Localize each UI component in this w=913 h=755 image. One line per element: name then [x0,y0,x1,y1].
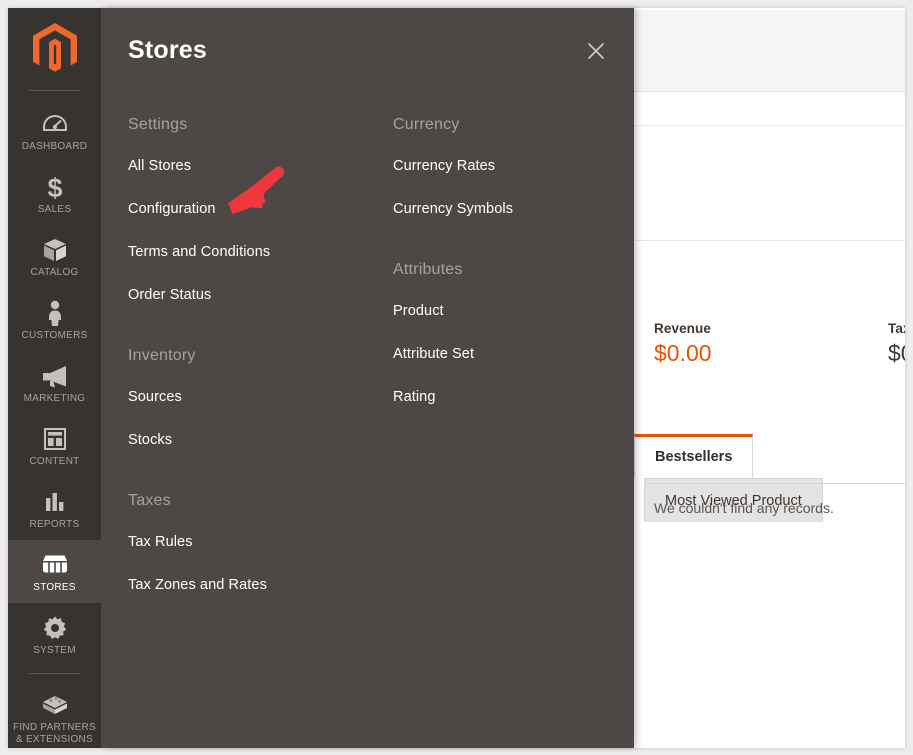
menu-column-right: Currency Currency Rates Currency Symbols… [393,116,623,421]
stat-revenue-label: Revenue [654,321,711,336]
dollar-sign-icon: $ [10,173,99,201]
menu-column-left: Settings All Stores Configuration Terms … [128,116,378,609]
stat-revenue: Revenue $0.00 [654,321,712,367]
sidebar-item-stores-label: STORES [33,582,76,593]
stat-tax-value: $0 [888,340,905,366]
sidebar-item-find-partners-extensions[interactable]: FIND PARTNERS & EXTENSIONS [8,680,101,748]
menu-link-all-stores[interactable]: All Stores [128,158,378,174]
menu-link-tax-rules[interactable]: Tax Rules [128,534,378,550]
person-icon [10,299,99,327]
admin-sidebar: DASHBOARD $ SALES CATALOG CUSTOMERS MARK… [8,8,101,748]
tab-bestsellers[interactable]: Bestsellers [634,434,754,478]
box-icon [10,236,99,264]
bar-chart-icon [10,488,99,516]
menu-group-settings: Settings All Stores Configuration Terms … [128,116,378,303]
sidebar-item-content[interactable]: CONTENT [8,414,101,477]
menu-link-stocks[interactable]: Stocks [128,432,378,448]
menu-group-taxes: Taxes Tax Rules Tax Zones and Rates [128,492,378,593]
menu-group-attributes-heading: Attributes [393,261,463,278]
sidebar-item-find-partners-label-line1: FIND PARTNERS [13,722,96,733]
menu-link-tax-zones-and-rates[interactable]: Tax Zones and Rates [128,577,378,593]
tabs-bottom-border [644,483,905,484]
close-x-icon[interactable] [582,37,610,65]
sidebar-item-sales[interactable]: $ SALES [8,162,101,225]
logo-divider [28,90,81,91]
menu-link-attribute-set[interactable]: Attribute Set [393,346,623,362]
sidebar-item-reports[interactable]: REPORTS [8,477,101,540]
sidebar-item-marketing-label: MARKETING [23,393,86,404]
menu-group-currency: Currency Currency Rates Currency Symbols [393,116,623,217]
sidebar-item-catalog-label: CATALOG [30,267,79,278]
menu-link-configuration[interactable]: Configuration [128,201,378,217]
menu-group-attributes: Attributes Product Attribute Set Rating [393,261,623,405]
menu-link-rating[interactable]: Rating [393,389,623,405]
menu-group-inventory-heading: Inventory [128,347,196,364]
sidebar-item-catalog[interactable]: CATALOG [8,225,101,288]
megaphone-icon [10,362,99,390]
menu-link-currency-rates[interactable]: Currency Rates [393,158,623,174]
sidebar-item-customers[interactable]: CUSTOMERS [8,288,101,351]
sidebar-item-system[interactable]: SYSTEM [8,603,101,666]
menu-group-inventory: Inventory Sources Stocks [128,347,378,448]
sidebar-divider [28,673,81,674]
menu-link-product[interactable]: Product [393,303,623,319]
sidebar-item-customers-label: CUSTOMERS [21,330,88,341]
stat-tax: Tax $0 [888,321,905,367]
sidebar-item-sales-label: SALES [37,204,72,215]
panel-title: Stores [128,36,208,64]
menu-link-order-status[interactable]: Order Status [128,287,378,303]
sidebar-item-marketing[interactable]: MARKETING [8,351,101,414]
menu-group-currency-heading: Currency [393,116,460,133]
sidebar-item-dashboard[interactable]: DASHBOARD [8,99,101,162]
menu-link-terms-and-conditions[interactable]: Terms and Conditions [128,244,378,260]
dashboard-gauge-icon [10,110,99,138]
extensions-blocks-icon [10,691,99,719]
svg-text:$: $ [47,173,62,201]
storefront-icon [10,551,99,579]
menu-link-currency-symbols[interactable]: Currency Symbols [393,201,623,217]
sidebar-item-content-label: CONTENT [29,456,80,467]
stat-revenue-value: $0.00 [654,340,712,366]
gear-icon [10,614,99,642]
sidebar-item-system-label: SYSTEM [33,645,76,656]
layout-page-icon [10,425,99,453]
stat-tax-label: Tax [888,321,905,336]
menu-group-taxes-heading: Taxes [128,492,171,509]
sidebar-item-stores[interactable]: STORES [8,540,101,603]
sidebar-item-find-partners-label-line2: & EXTENSIONS [16,734,93,745]
magento-logo[interactable] [8,8,101,90]
menu-link-sources[interactable]: Sources [128,389,378,405]
menu-group-settings-heading: Settings [128,116,188,133]
stores-menu-panel: Stores Settings All Stores Configuration… [101,8,634,748]
sidebar-item-reports-label: REPORTS [29,519,80,530]
sidebar-item-dashboard-label: DASHBOARD [21,141,88,152]
app-root: ur dynamic product, order, and customer … [0,0,913,755]
empty-records-message: We couldn't find any records. [654,500,834,516]
